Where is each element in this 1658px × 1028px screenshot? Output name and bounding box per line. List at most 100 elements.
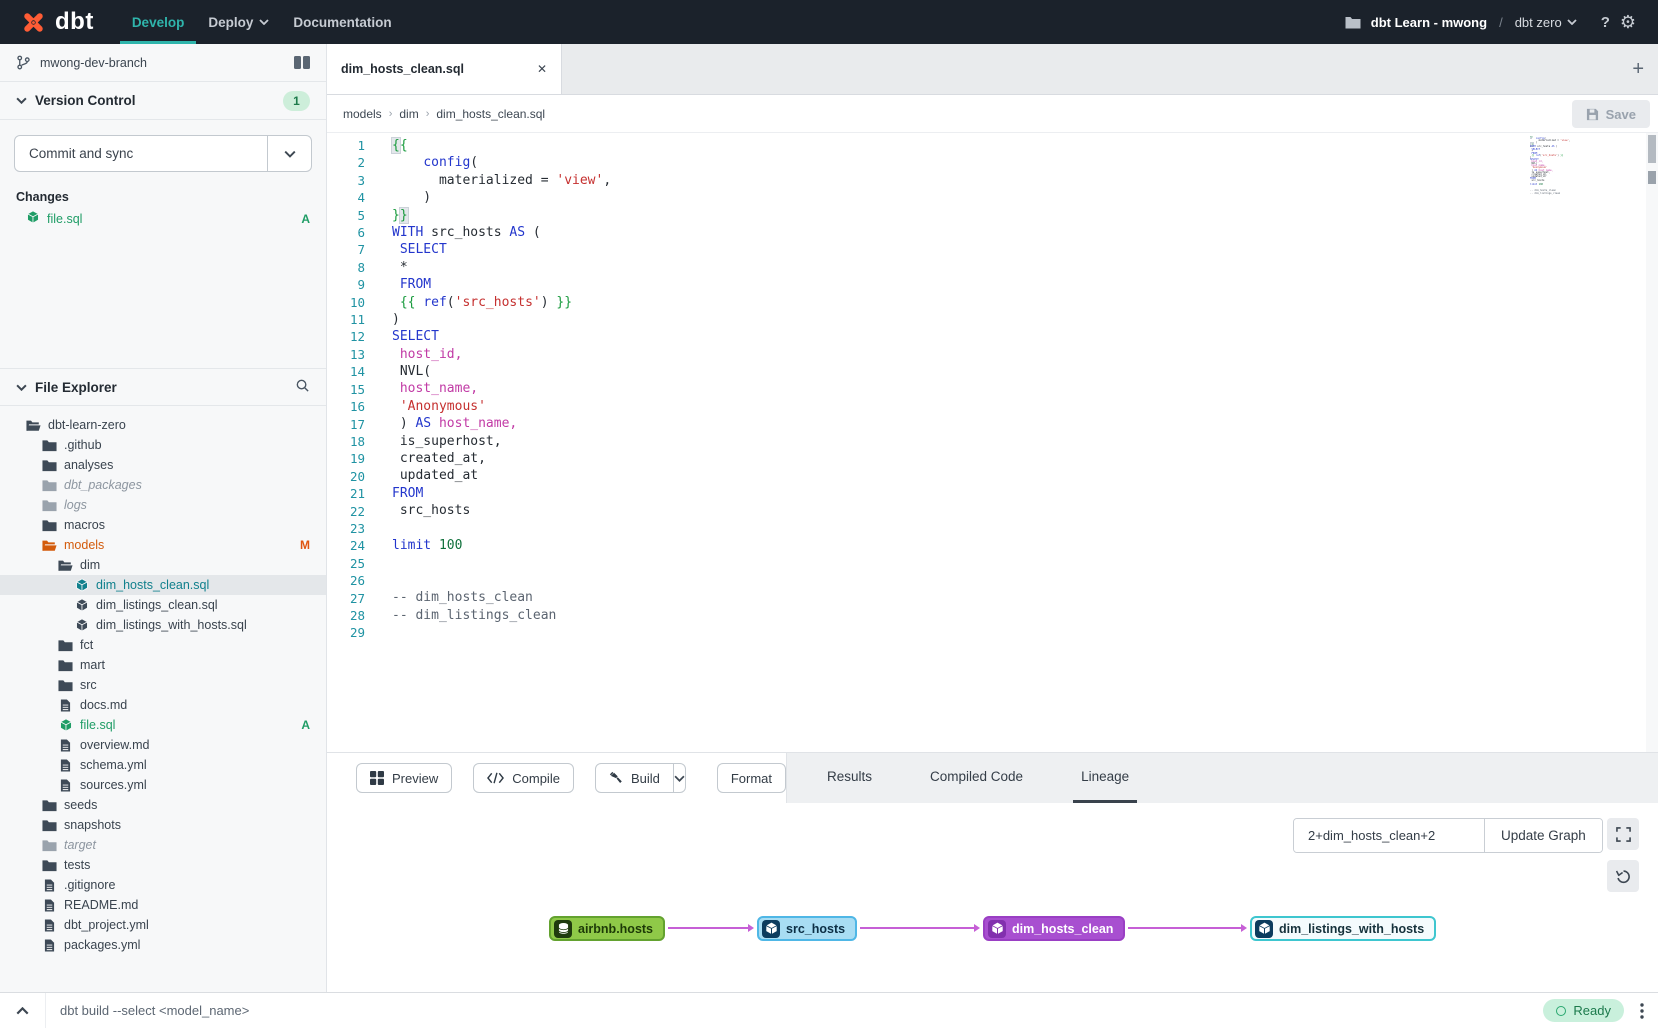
dbt-logo[interactable]: dbt: [0, 0, 120, 44]
nav-item-develop[interactable]: Develop: [120, 0, 197, 44]
commit-and-sync-button[interactable]: Commit and sync: [14, 135, 312, 172]
tab-compiled-code[interactable]: Compiled Code: [922, 753, 1031, 803]
code-content[interactable]: {{ config( materialized = 'view', )}}WIT…: [392, 137, 1538, 641]
tree-item[interactable]: dim_listings_with_hosts.sql: [0, 615, 326, 635]
file-explorer-header[interactable]: File Explorer: [0, 368, 326, 406]
tree-item-label: README.md: [64, 898, 138, 912]
lineage-node-dim_hosts_clean[interactable]: dim_hosts_clean: [983, 916, 1125, 941]
model-icon: [74, 618, 89, 632]
lineage-node-dim_listings_with_hosts[interactable]: dim_listings_with_hosts: [1250, 916, 1436, 941]
node-label: src_hosts: [786, 922, 845, 936]
breadcrumb-file[interactable]: dim_hosts_clean.sql: [436, 107, 545, 121]
code-line: [392, 520, 1538, 537]
tree-item[interactable]: dim_hosts_clean.sql: [0, 575, 326, 595]
search-icon[interactable]: [295, 378, 310, 396]
tree-item[interactable]: schema.yml: [0, 755, 326, 775]
update-graph-button[interactable]: Update Graph: [1484, 819, 1602, 852]
tree-item[interactable]: dim_listings_clean.sql: [0, 595, 326, 615]
new-tab-button[interactable]: +: [1632, 44, 1644, 94]
file-icon: [42, 899, 57, 912]
tree-item[interactable]: sources.yml: [0, 775, 326, 795]
tree-item[interactable]: dbt-learn-zero: [0, 415, 326, 435]
folder-icon: [42, 819, 57, 832]
breadcrumb-dim[interactable]: dim: [399, 107, 418, 121]
tab-results[interactable]: Results: [819, 753, 880, 803]
code-line: {{ ref('src_hosts') }}: [392, 294, 1538, 311]
tree-item[interactable]: modelsM: [0, 535, 326, 555]
code-editor[interactable]: 1234567891011121314151617181920212223242…: [327, 133, 1658, 752]
build-options-caret[interactable]: [673, 764, 685, 792]
model-cube-icon: [988, 920, 1006, 938]
file-icon: [58, 739, 73, 752]
tab-lineage[interactable]: Lineage: [1073, 753, 1137, 803]
tree-item[interactable]: dim: [0, 555, 326, 575]
lineage-node-airbnb.hosts[interactable]: airbnb.hosts: [549, 916, 665, 941]
tree-item[interactable]: fct: [0, 635, 326, 655]
status-badge: Ready: [1543, 999, 1624, 1022]
git-status-badge: A: [301, 718, 310, 732]
collapse-panel-button[interactable]: [0, 993, 46, 1028]
nav-item-deploy[interactable]: Deploy: [196, 0, 281, 44]
tree-item[interactable]: README.md: [0, 895, 326, 915]
bottom-toolbar: Preview Compile Build: [327, 752, 1658, 803]
model-icon: [58, 718, 73, 732]
dbt-command-input[interactable]: [46, 1003, 1543, 1018]
tree-item[interactable]: seeds: [0, 795, 326, 815]
tree-item[interactable]: macros: [0, 515, 326, 535]
tree-item-label: target: [64, 838, 96, 852]
editor-scrollbar[interactable]: [1646, 133, 1658, 752]
branch-name[interactable]: mwong-dev-branch: [40, 56, 147, 70]
gear-icon[interactable]: ⚙: [1620, 13, 1636, 31]
code-icon: [487, 772, 504, 784]
breadcrumb-models[interactable]: models: [343, 107, 382, 121]
tree-item[interactable]: file.sqlA: [0, 715, 326, 735]
lineage-node-src_hosts[interactable]: src_hosts: [757, 916, 857, 941]
tree-item[interactable]: target: [0, 835, 326, 855]
tree-item[interactable]: docs.md: [0, 695, 326, 715]
chevron-down-icon: [16, 97, 27, 104]
status-dot-icon: [1556, 1006, 1566, 1016]
panels-icon[interactable]: [294, 56, 310, 69]
dbt-logo-icon: [20, 9, 47, 36]
help-icon[interactable]: ?: [1601, 14, 1610, 31]
tree-item[interactable]: overview.md: [0, 735, 326, 755]
changed-file-row[interactable]: file.sql A: [0, 208, 326, 229]
model-file-icon: [26, 210, 40, 227]
tree-item-label: sources.yml: [80, 778, 147, 792]
tree-item[interactable]: packages.yml: [0, 935, 326, 955]
format-button[interactable]: Format: [717, 763, 786, 793]
project-selector[interactable]: dbt zero: [1515, 15, 1577, 30]
tree-item[interactable]: dbt_project.yml: [0, 915, 326, 935]
tree-item[interactable]: analyses: [0, 455, 326, 475]
tree-item[interactable]: snapshots: [0, 815, 326, 835]
kebab-menu-icon[interactable]: [1640, 1003, 1644, 1019]
fullscreen-button[interactable]: [1607, 818, 1639, 850]
editor-tab[interactable]: dim_hosts_clean.sql ✕: [327, 44, 562, 94]
code-line: {{: [392, 137, 1538, 154]
tree-item[interactable]: .gitignore: [0, 875, 326, 895]
code-line: host_name,: [392, 380, 1538, 397]
reset-view-button[interactable]: [1607, 860, 1639, 892]
scrollbar-thumb[interactable]: [1648, 135, 1656, 163]
minimap[interactable]: {{ config( materialized = 'view', )}}WIT…: [1530, 136, 1608, 197]
build-button[interactable]: Build: [596, 764, 673, 792]
code-line: [392, 624, 1538, 641]
lineage-selector-input[interactable]: [1294, 819, 1484, 852]
tree-item[interactable]: dbt_packages: [0, 475, 326, 495]
commit-options-caret[interactable]: [267, 136, 311, 171]
account-name[interactable]: dbt Learn - mwong: [1371, 15, 1487, 30]
close-icon[interactable]: ✕: [537, 62, 547, 76]
folder-icon: [58, 679, 73, 692]
compile-button[interactable]: Compile: [473, 763, 574, 793]
tree-item[interactable]: src: [0, 675, 326, 695]
tree-item[interactable]: .github: [0, 435, 326, 455]
version-control-header[interactable]: Version Control 1: [0, 82, 326, 120]
tree-item[interactable]: mart: [0, 655, 326, 675]
tree-item[interactable]: logs: [0, 495, 326, 515]
tree-item[interactable]: tests: [0, 855, 326, 875]
code-line: ): [392, 311, 1538, 328]
tree-item-label: macros: [64, 518, 105, 532]
save-button[interactable]: Save: [1572, 100, 1650, 128]
preview-button[interactable]: Preview: [356, 763, 452, 793]
nav-item-documentation[interactable]: Documentation: [281, 0, 403, 44]
